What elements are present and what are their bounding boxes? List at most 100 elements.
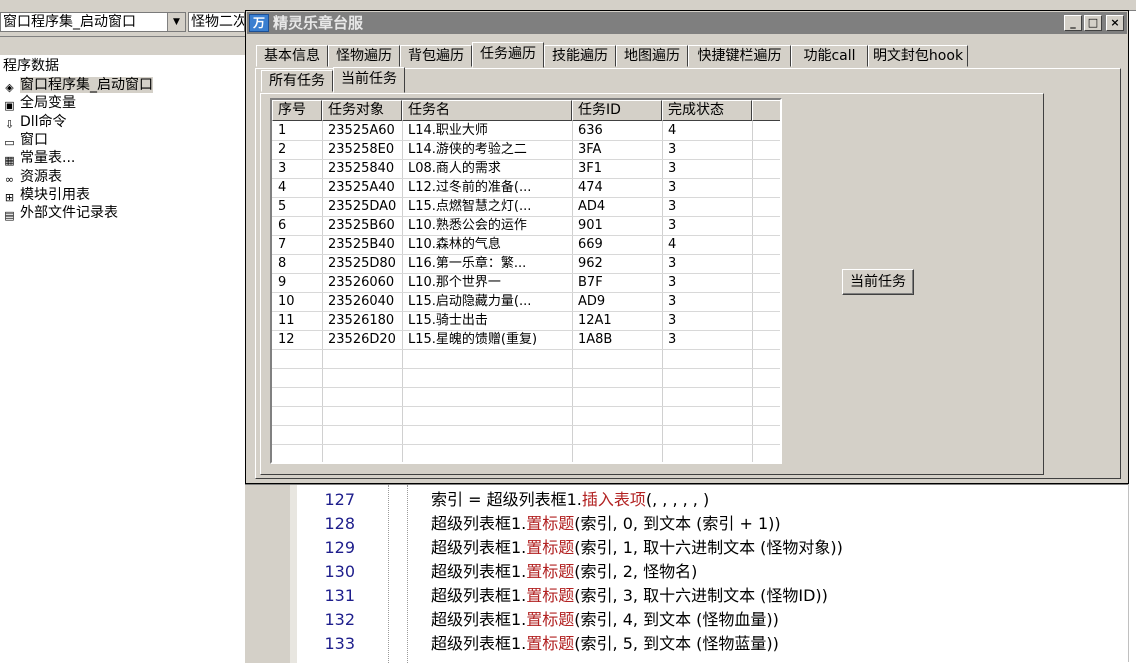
tree-item[interactable]: ▤ 外部文件记录表 bbox=[2, 204, 118, 222]
tree-item[interactable]: ∞ 资源表 bbox=[2, 168, 62, 186]
table-cell: 3 bbox=[668, 332, 677, 347]
code-line[interactable]: 131 超级列表框1.置标题(索引, 3, 取十六进制文本 (怪物ID)) bbox=[245, 584, 1128, 608]
line-number: 129 bbox=[324, 538, 355, 557]
class-combo[interactable]: 窗口程序集_启动窗口 ▼ bbox=[0, 12, 186, 32]
tab-6[interactable]: 快捷键栏遍历 bbox=[688, 45, 791, 67]
table-cell: L10.森林的气息 bbox=[408, 237, 501, 252]
code-function: 置标题 bbox=[526, 586, 575, 605]
table-cell: 11 bbox=[278, 313, 295, 328]
grid-line bbox=[272, 463, 780, 464]
code-text: 索引 = 超级列表框1.插入表项(, , , , , ) bbox=[431, 488, 709, 512]
tree-item[interactable]: ⊞ 模块引用表 bbox=[2, 186, 90, 204]
code-line[interactable]: 133 超级列表框1.置标题(索引, 5, 到文本 (怪物蓝量)) bbox=[245, 632, 1128, 656]
tab-3[interactable]: 任务遍历 bbox=[472, 42, 544, 68]
table-cell: 23526040 bbox=[328, 294, 395, 309]
column-header[interactable]: 任务ID bbox=[572, 100, 662, 121]
table-cell: 3 bbox=[668, 199, 677, 214]
table-cell: L10.那个世界一 bbox=[408, 275, 501, 290]
table-row[interactable]: 4 23525A40 L12.过冬前的准备(... 474 3 bbox=[272, 178, 780, 197]
table-row[interactable]: 12 23526D20 L15.星魄的馈赠(重复) 1A8B 3 bbox=[272, 330, 780, 349]
table-cell: 6 bbox=[278, 218, 287, 233]
tree-root[interactable]: 程序数据 bbox=[3, 57, 59, 75]
code-line[interactable]: 127 索引 = 超级列表框1.插入表项(, , , , , ) bbox=[245, 488, 1128, 512]
table-row[interactable]: 2 235258E0 L14.游侠的考验之二 3FA 3 bbox=[272, 140, 780, 159]
column-header[interactable]: 任务名 bbox=[402, 100, 572, 121]
table-row[interactable]: 11 23526180 L15.骑士出击 12A1 3 bbox=[272, 311, 780, 330]
app-icon: 万 bbox=[249, 14, 269, 32]
table-cell: 3 bbox=[668, 313, 677, 328]
subtab-1[interactable]: 当前任务 bbox=[333, 67, 405, 93]
grid-line bbox=[272, 425, 780, 426]
maximize-button[interactable]: □ bbox=[1084, 15, 1102, 31]
table-cell: 23525A40 bbox=[328, 180, 395, 195]
table-cell: 901 bbox=[578, 218, 603, 233]
code-args: (索引, 1, 取十六进制文本 (怪物对象)) bbox=[574, 538, 843, 557]
table-row[interactable]: 9 23526060 L10.那个世界一 B7F 3 bbox=[272, 273, 780, 292]
code-function: 置标题 bbox=[526, 514, 575, 533]
table-cell: 474 bbox=[578, 180, 603, 195]
table-cell: 669 bbox=[578, 237, 603, 252]
table-row[interactable]: 7 23525B40 L10.森林的气息 669 4 bbox=[272, 235, 780, 254]
app-window: 万 精灵乐章台服 _ □ × 基本信息 怪物遍历 背包遍历 任务遍历 技能遍历 地图遍历快… bbox=[245, 10, 1129, 484]
title-bar[interactable]: 万 精灵乐章台服 _ □ × bbox=[247, 12, 1127, 34]
table-cell: 962 bbox=[578, 256, 603, 271]
current-task-button[interactable]: 当前任务 bbox=[842, 269, 914, 295]
tree-item[interactable]: ▣ 全局变量 bbox=[2, 94, 76, 112]
tab-0[interactable]: 基本信息 bbox=[256, 45, 328, 67]
file-icon: ▤ bbox=[4, 209, 15, 223]
line-number: 130 bbox=[324, 562, 355, 581]
tree-item-label: 模块引用表 bbox=[20, 186, 90, 203]
table-cell: 3FA bbox=[578, 142, 602, 157]
table-cell: 636 bbox=[578, 123, 603, 138]
method-combo-value: 怪物二次 bbox=[191, 14, 245, 30]
global-var-icon: ▣ bbox=[4, 99, 15, 113]
minimize-button[interactable]: _ bbox=[1064, 15, 1082, 31]
code-line[interactable]: 128 超级列表框1.置标题(索引, 0, 到文本 (索引 + 1)) bbox=[245, 512, 1128, 536]
table-cell: 12A1 bbox=[578, 313, 612, 328]
column-header[interactable]: 完成状态 bbox=[662, 100, 752, 121]
line-number: 131 bbox=[324, 586, 355, 605]
column-header[interactable]: 任务对象 bbox=[322, 100, 402, 121]
class-combo-value: 窗口程序集_启动窗口 bbox=[3, 14, 136, 30]
table-cell: 23525A60 bbox=[328, 123, 395, 138]
close-button[interactable]: × bbox=[1106, 15, 1124, 31]
code-line[interactable]: 129 超级列表框1.置标题(索引, 1, 取十六进制文本 (怪物对象)) bbox=[245, 536, 1128, 560]
tab-1[interactable]: 怪物遍历 bbox=[328, 45, 400, 67]
tree-item[interactable]: ▦ 常量表... bbox=[2, 149, 75, 167]
task-list[interactable]: 序号 任务对象 任务名 任务ID 完成状态 1 23525A60 L14.职业大师 636 4 2… bbox=[270, 98, 782, 464]
ide-scrollbar[interactable] bbox=[1128, 36, 1136, 662]
table-cell: 10 bbox=[278, 294, 295, 309]
table-row[interactable]: 8 23525D80 L16.第一乐章：繁... 962 3 bbox=[272, 254, 780, 273]
code-line[interactable]: 132 超级列表框1.置标题(索引, 4, 到文本 (怪物血量)) bbox=[245, 608, 1128, 632]
code-text: 超级列表框1.置标题(索引, 2, 怪物名) bbox=[431, 560, 697, 584]
table-cell: 23525D80 bbox=[328, 256, 396, 271]
tree-item[interactable]: ◈ 窗口程序集_启动窗口 bbox=[2, 76, 153, 94]
code-text: 超级列表框1.置标题(索引, 3, 取十六进制文本 (怪物ID)) bbox=[431, 584, 828, 608]
code-editor[interactable]: 127 索引 = 超级列表框1.插入表项(, , , , , ) 128 超级列表框1… bbox=[245, 484, 1128, 663]
line-number: 133 bbox=[324, 634, 355, 653]
table-row[interactable]: 10 23526040 L15.启动隐藏力量(... AD9 3 bbox=[272, 292, 780, 311]
tab-2[interactable]: 背包遍历 bbox=[400, 45, 472, 67]
tree-item[interactable]: ▭ 窗口 bbox=[2, 131, 48, 149]
tree-item-label: 外部文件记录表 bbox=[20, 205, 118, 222]
column-header[interactable]: 序号 bbox=[272, 100, 322, 121]
dll-icon: ⇩ bbox=[4, 117, 15, 131]
table-cell: AD9 bbox=[578, 294, 606, 309]
table-row[interactable]: 3 23525840 L08.商人的需求 3F1 3 bbox=[272, 159, 780, 178]
table-cell: 3 bbox=[668, 256, 677, 271]
subtab-0[interactable]: 所有任务 bbox=[261, 70, 333, 92]
code-line[interactable]: 130 超级列表框1.置标题(索引, 2, 怪物名) bbox=[245, 560, 1128, 584]
table-row[interactable]: 5 23525DA0 L15.点燃智慧之灯(... AD4 3 bbox=[272, 197, 780, 216]
table-row[interactable]: 6 23525B60 L10.熟悉公会的运作 901 3 bbox=[272, 216, 780, 235]
code-args: (索引, 2, 怪物名) bbox=[574, 562, 698, 581]
chevron-down-icon[interactable]: ▼ bbox=[167, 13, 185, 31]
tree-item[interactable]: ⇩ Dll命令 bbox=[2, 113, 67, 131]
tab-5[interactable]: 地图遍历 bbox=[616, 45, 688, 67]
table-row[interactable]: 1 23525A60 L14.职业大师 636 4 bbox=[272, 121, 780, 140]
tab-7[interactable]: 功能call bbox=[791, 45, 868, 67]
tab-4[interactable]: 技能遍历 bbox=[544, 45, 616, 67]
method-combo[interactable]: 怪物二次 bbox=[188, 12, 245, 32]
tab-8[interactable]: 明文封包hook bbox=[868, 45, 968, 67]
table-cell: 4 bbox=[278, 180, 287, 195]
table-cell: 1A8B bbox=[578, 332, 613, 347]
